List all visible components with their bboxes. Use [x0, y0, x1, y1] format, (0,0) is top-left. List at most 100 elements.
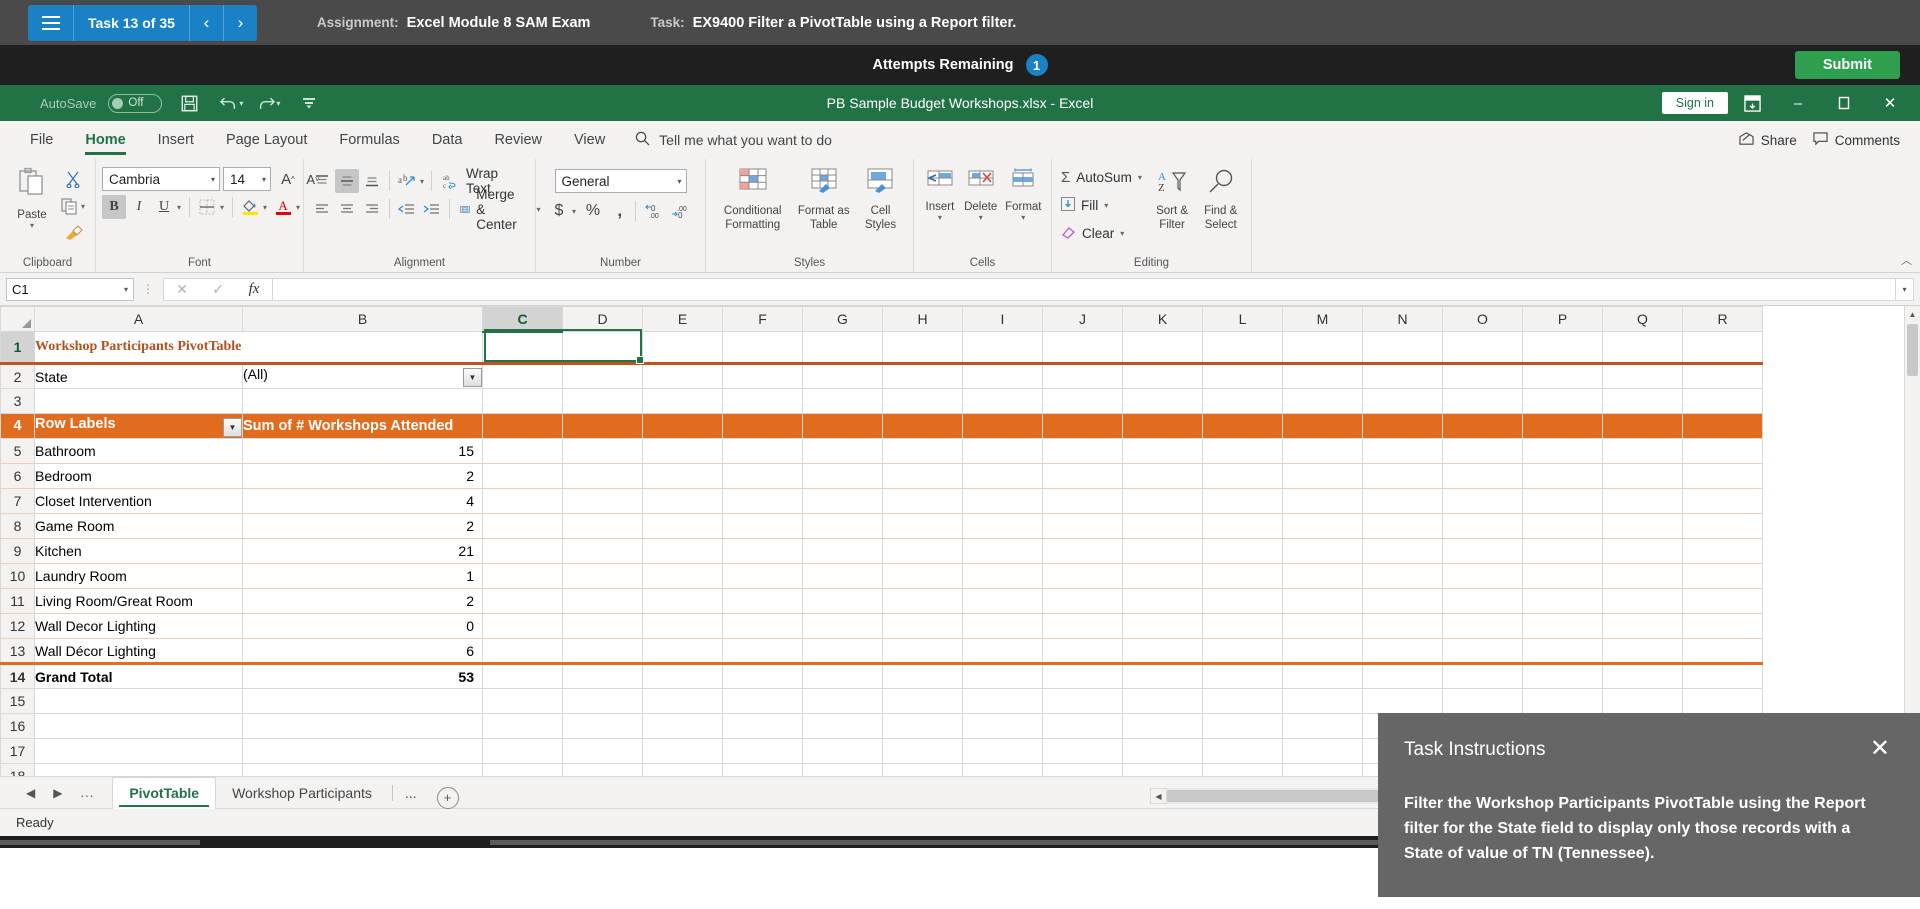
task-counter-label[interactable]: Task 13 of 35 — [74, 4, 189, 41]
cell-r8[interactable] — [1682, 513, 1763, 539]
cell-n10[interactable] — [1362, 563, 1443, 589]
cell-m14[interactable] — [1282, 663, 1363, 689]
cell-e14[interactable] — [642, 663, 723, 689]
sheet-tab-workshop-participants[interactable]: Workshop Participants — [216, 777, 388, 809]
cell-q7[interactable] — [1602, 488, 1683, 514]
cell-c18[interactable] — [482, 763, 563, 776]
cell-a13-label[interactable]: Wall Décor Lighting — [34, 638, 243, 665]
cell-i4[interactable] — [962, 413, 1043, 439]
cell-h15[interactable] — [882, 688, 963, 714]
cell-g8[interactable] — [802, 513, 883, 539]
column-header-c[interactable]: C — [482, 306, 563, 333]
cell-j17[interactable] — [1042, 738, 1123, 764]
cell-m9[interactable] — [1282, 538, 1363, 564]
sort-filter-button[interactable]: A Z Sort & Filter — [1148, 165, 1197, 231]
cell-k18[interactable] — [1122, 763, 1203, 776]
cell-h2[interactable] — [882, 363, 963, 389]
cell-a2-filter-field[interactable]: State — [34, 363, 243, 389]
cell-r6[interactable] — [1682, 463, 1763, 489]
borders-caret[interactable]: ▾ — [220, 203, 224, 212]
cell-j10[interactable] — [1042, 563, 1123, 589]
cell-c3[interactable] — [482, 388, 563, 414]
cell-b10-value[interactable]: 1 — [242, 563, 483, 589]
cell-l1[interactable] — [1202, 331, 1283, 365]
cell-a11-label[interactable]: Living Room/Great Room — [34, 588, 243, 614]
redo-dropdown-caret[interactable]: ▾ — [276, 99, 280, 108]
cell-j15[interactable] — [1042, 688, 1123, 714]
cell-r13[interactable] — [1682, 638, 1763, 665]
cell-n4[interactable] — [1362, 413, 1443, 439]
cell-n15[interactable] — [1362, 688, 1443, 714]
cell-m11[interactable] — [1282, 588, 1363, 614]
cell-i5[interactable] — [962, 438, 1043, 464]
cell-m2[interactable] — [1282, 363, 1363, 389]
row-header-10[interactable]: 10 — [0, 563, 35, 589]
cell-a1-pivot-title[interactable]: Workshop Participants PivotTable — [34, 331, 483, 365]
row-header-11[interactable]: 11 — [0, 588, 35, 614]
cell-o9[interactable] — [1442, 538, 1523, 564]
format-painter-button[interactable] — [58, 221, 88, 245]
cell-j3[interactable] — [1042, 388, 1123, 414]
tab-data[interactable]: Data — [416, 121, 479, 159]
cell-f18[interactable] — [722, 763, 803, 776]
cell-d18[interactable] — [562, 763, 643, 776]
cell-b17[interactable] — [242, 738, 483, 764]
cell-n5[interactable] — [1362, 438, 1443, 464]
cell-j2[interactable] — [1042, 363, 1123, 389]
cell-m17[interactable] — [1282, 738, 1363, 764]
column-header-h[interactable]: H — [882, 306, 963, 332]
cell-c4[interactable] — [482, 413, 563, 439]
cell-d17[interactable] — [562, 738, 643, 764]
close-icon[interactable]: ✕ — [1870, 737, 1890, 761]
restore-icon[interactable] — [1822, 88, 1866, 118]
cell-e1[interactable] — [642, 331, 723, 365]
paste-dropdown-caret[interactable]: ▾ — [30, 221, 34, 230]
cell-f12[interactable] — [722, 613, 803, 639]
orientation-icon[interactable]: ab — [395, 169, 419, 193]
cell-c1[interactable] — [482, 331, 563, 365]
cell-n12[interactable] — [1362, 613, 1443, 639]
cell-j7[interactable] — [1042, 488, 1123, 514]
cell-c2[interactable] — [482, 363, 563, 389]
cell-o15[interactable] — [1442, 688, 1523, 714]
format-caret[interactable]: ▾ — [1021, 213, 1025, 222]
cell-e10[interactable] — [642, 563, 723, 589]
cell-b18[interactable] — [242, 763, 483, 776]
tab-home[interactable]: Home — [69, 121, 141, 159]
cell-f11[interactable] — [722, 588, 803, 614]
row-header-12[interactable]: 12 — [0, 613, 35, 639]
cell-o4[interactable] — [1442, 413, 1523, 439]
paste-button[interactable]: Paste ▾ — [6, 163, 58, 230]
name-box[interactable]: C1 ▾ — [6, 277, 134, 301]
enter-formula-icon[interactable]: ✓ — [200, 279, 236, 300]
number-format-select[interactable]: General ▾ — [554, 169, 687, 193]
cell-p12[interactable] — [1522, 613, 1603, 639]
cell-i15[interactable] — [962, 688, 1043, 714]
cell-o5[interactable] — [1442, 438, 1523, 464]
underline-caret[interactable]: ▾ — [177, 203, 181, 212]
cell-q9[interactable] — [1602, 538, 1683, 564]
cell-n13[interactable] — [1362, 638, 1443, 665]
cell-b8-value[interactable]: 2 — [242, 513, 483, 539]
cell-b12-value[interactable]: 0 — [242, 613, 483, 639]
cell-o3[interactable] — [1442, 388, 1523, 414]
cell-k9[interactable] — [1122, 538, 1203, 564]
cell-r15[interactable] — [1682, 688, 1763, 714]
cell-j12[interactable] — [1042, 613, 1123, 639]
cell-e16[interactable] — [642, 713, 723, 739]
column-header-d[interactable]: D — [562, 306, 643, 332]
cell-l13[interactable] — [1202, 638, 1283, 665]
cell-q2[interactable] — [1602, 363, 1683, 389]
cell-k3[interactable] — [1122, 388, 1203, 414]
cell-r11[interactable] — [1682, 588, 1763, 614]
cell-d14[interactable] — [562, 663, 643, 689]
cut-button[interactable] — [58, 167, 88, 191]
cell-q3[interactable] — [1602, 388, 1683, 414]
cell-b16[interactable] — [242, 713, 483, 739]
cell-c16[interactable] — [482, 713, 563, 739]
first-sheet-icon[interactable]: ◀ — [26, 786, 35, 800]
scroll-left-icon[interactable]: ◀ — [1150, 788, 1167, 804]
cell-b6-value[interactable]: 2 — [242, 463, 483, 489]
cell-k10[interactable] — [1122, 563, 1203, 589]
sign-in-button[interactable]: Sign in — [1661, 92, 1728, 114]
